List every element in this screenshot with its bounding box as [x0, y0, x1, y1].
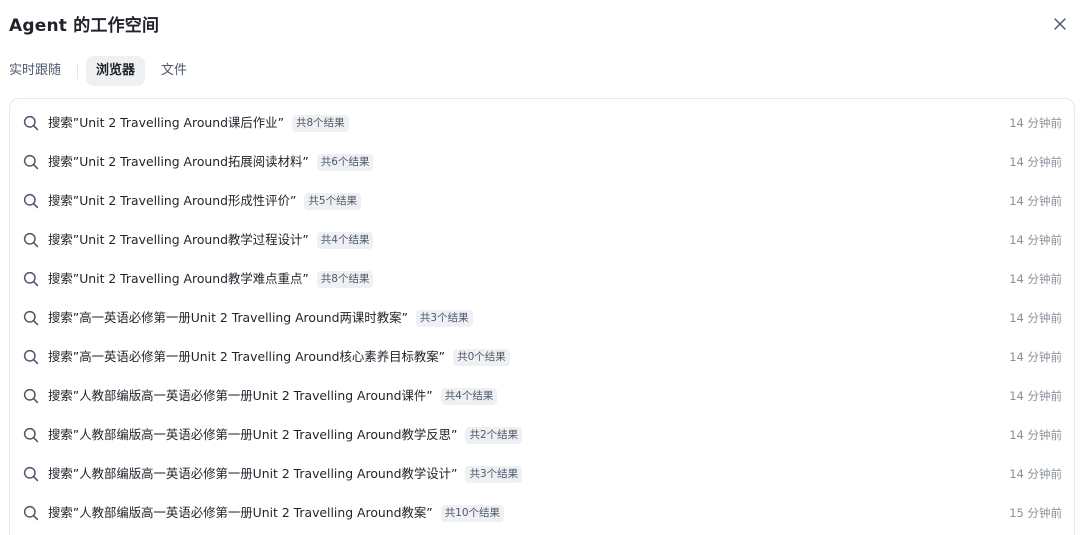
search-result-row[interactable]: 搜索”Unit 2 Travelling Around拓展阅读材料” 共6个结果 1… [10, 142, 1074, 181]
search-query: 搜索”高一英语必修第一册Unit 2 Travelling Around两课时教… [48, 310, 408, 325]
close-icon [1054, 18, 1066, 30]
search-query: 搜索”人教部编版高一英语必修第一册Unit 2 Travelling Aroun… [48, 466, 458, 481]
search-icon [23, 310, 39, 326]
result-timestamp: 14 分钟前 [1009, 350, 1062, 364]
search-query-text: 搜索”高一英语必修第一册Unit 2 Travelling Around两课时教… [48, 309, 473, 327]
search-query: 搜索”高一英语必修第一册Unit 2 Travelling Around核心素养… [48, 349, 446, 364]
search-query-text: 搜索”人教部编版高一英语必修第一册Unit 2 Travelling Aroun… [48, 387, 498, 405]
result-timestamp: 14 分钟前 [1009, 428, 1062, 442]
result-timestamp: 14 分钟前 [1009, 155, 1062, 169]
tab-divider [77, 64, 78, 79]
result-count-badge: 共3个结果 [415, 310, 473, 327]
search-query-text: 搜索”Unit 2 Travelling Around拓展阅读材料” 共6个结果 [48, 153, 374, 171]
result-count-badge: 共4个结果 [316, 232, 374, 249]
search-result-row[interactable]: 搜索”高一英语必修第一册Unit 2 Travelling Around两课时教… [10, 298, 1074, 337]
result-count-badge: 共5个结果 [304, 193, 362, 210]
result-timestamp: 14 分钟前 [1009, 272, 1062, 286]
search-query-text: 搜索”高一英语必修第一册Unit 2 Travelling Around核心素养… [48, 348, 510, 366]
result-count-badge: 共3个结果 [465, 466, 523, 483]
result-count-badge: 共8个结果 [316, 271, 374, 288]
result-timestamp: 14 分钟前 [1009, 194, 1062, 208]
search-icon [23, 271, 39, 287]
search-result-row[interactable]: 搜索”Unit 2 Travelling Around形成性评价” 共5个结果 14… [10, 181, 1074, 220]
panel-title: Agent 的工作空间 [9, 16, 160, 36]
close-button[interactable] [1049, 13, 1071, 35]
search-result-row[interactable]: 搜索”Unit 2 Travelling Around课后作业” 共8个结果 14 … [10, 103, 1074, 142]
result-count-badge: 共4个结果 [440, 388, 498, 405]
result-count-badge: 共10个结果 [440, 505, 505, 522]
result-timestamp: 14 分钟前 [1009, 233, 1062, 247]
search-icon [23, 115, 39, 131]
search-result-row[interactable]: 搜索”高一英语必修第一册Unit 2 Travelling Around核心素养… [10, 337, 1074, 376]
search-icon [23, 388, 39, 404]
result-count-badge: 共8个结果 [292, 115, 349, 132]
search-icon [23, 466, 39, 482]
search-icon [23, 349, 39, 365]
search-icon [23, 427, 39, 443]
search-query-text: 搜索”Unit 2 Travelling Around教学难点重点” 共8个结果 [48, 270, 374, 288]
tab-browser[interactable]: 浏览器 [86, 56, 146, 86]
search-icon [23, 193, 39, 209]
result-timestamp: 14 分钟前 [1009, 116, 1062, 130]
search-query: 搜索”Unit 2 Travelling Around教学难点重点” [48, 271, 309, 286]
search-query: 搜索”人教部编版高一英语必修第一册Unit 2 Travelling Aroun… [48, 427, 458, 442]
agent-workspace-panel: Agent 的工作空间 实时跟随 浏览器 文件 搜索”Unit 2 Travel… [0, 0, 1080, 535]
search-icon [23, 505, 39, 521]
result-count-badge: 共0个结果 [453, 349, 510, 366]
search-result-row[interactable]: 搜索”人教部编版高一英语必修第一册Unit 2 Travelling Aroun… [10, 415, 1074, 454]
result-count-badge: 共2个结果 [465, 427, 523, 444]
search-icon [23, 154, 39, 170]
search-query-text: 搜索”人教部编版高一英语必修第一册Unit 2 Travelling Aroun… [48, 426, 523, 444]
search-query-text: 搜索”人教部编版高一英语必修第一册Unit 2 Travelling Aroun… [48, 465, 523, 483]
search-result-row[interactable]: 搜索”Unit 2 Travelling Around教学过程设计” 共4个结果 1… [10, 220, 1074, 259]
search-query: 搜索”Unit 2 Travelling Around形成性评价” [48, 193, 297, 208]
search-query-text: 搜索”人教部编版高一英语必修第一册Unit 2 Travelling Aroun… [48, 504, 505, 522]
search-result-row[interactable]: 搜索”人教部编版高一英语必修第一册Unit 2 Travelling Aroun… [10, 493, 1074, 532]
search-results-list: 搜索”Unit 2 Travelling Around课后作业” 共8个结果 14 … [9, 98, 1075, 535]
search-query: 搜索”Unit 2 Travelling Around拓展阅读材料” [48, 154, 309, 169]
result-timestamp: 14 分钟前 [1009, 389, 1062, 403]
search-query-text: 搜索”Unit 2 Travelling Around课后作业” 共8个结果 [48, 114, 349, 132]
search-query-text: 搜索”Unit 2 Travelling Around教学过程设计” 共4个结果 [48, 231, 374, 249]
workspace-tabs: 实时跟随 浏览器 文件 [0, 56, 400, 86]
tab-live-follow[interactable]: 实时跟随 [9, 56, 61, 86]
result-count-badge: 共6个结果 [316, 154, 374, 171]
search-query-text: 搜索”Unit 2 Travelling Around形成性评价” 共5个结果 [48, 192, 362, 210]
search-result-row[interactable]: 搜索”人教部编版高一英语必修第一册Unit 2 Travelling Aroun… [10, 454, 1074, 493]
result-timestamp: 14 分钟前 [1009, 311, 1062, 325]
tab-files[interactable]: 文件 [161, 56, 187, 86]
search-result-row[interactable]: 搜索”Unit 2 Travelling Around教学难点重点” 共8个结果 1… [10, 259, 1074, 298]
search-icon [23, 232, 39, 248]
search-query: 搜索”人教部编版高一英语必修第一册Unit 2 Travelling Aroun… [48, 388, 433, 403]
result-timestamp: 14 分钟前 [1009, 467, 1062, 481]
search-query: 搜索”人教部编版高一英语必修第一册Unit 2 Travelling Aroun… [48, 505, 433, 520]
search-query: 搜索”Unit 2 Travelling Around教学过程设计” [48, 232, 309, 247]
panel-header: Agent 的工作空间 [0, 0, 1080, 46]
search-result-row[interactable]: 搜索”人教部编版高一英语必修第一册Unit 2 Travelling Aroun… [10, 376, 1074, 415]
result-timestamp: 15 分钟前 [1009, 506, 1062, 520]
search-query: 搜索”Unit 2 Travelling Around课后作业” [48, 115, 284, 130]
